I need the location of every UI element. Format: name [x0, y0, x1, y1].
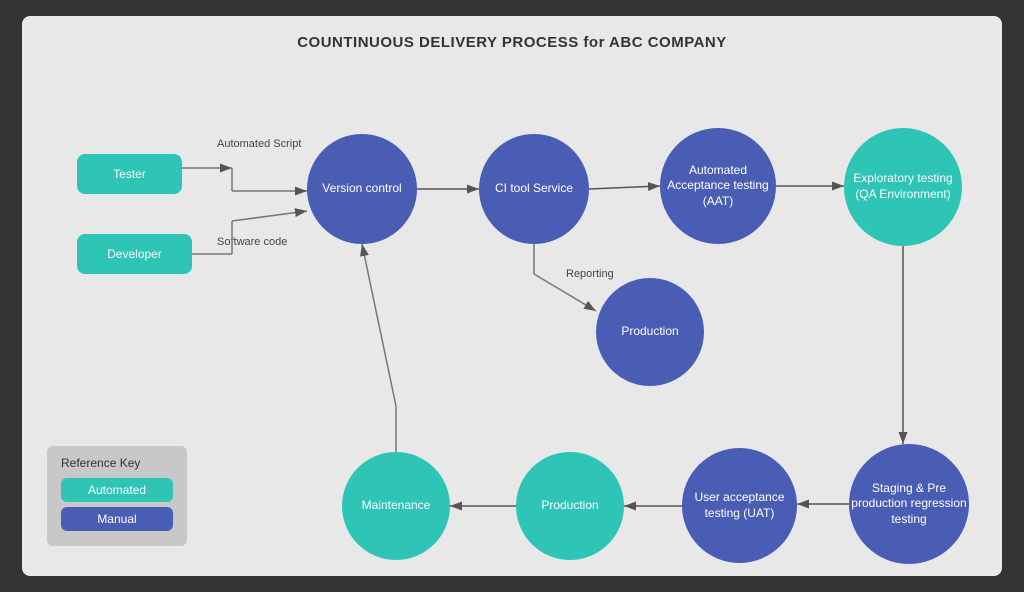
ci-tool-node: CI tool Service [479, 134, 589, 244]
reference-manual: Manual [61, 507, 173, 531]
software-code-label: Software code [217, 236, 287, 248]
version-control-node: Version control [307, 134, 417, 244]
tester-node: Tester [77, 154, 182, 194]
reference-key-title: Reference Key [61, 456, 173, 470]
page-title: COUNTINUOUS DELIVERY PROCESS for ABC COM… [22, 16, 1002, 51]
reference-automated: Automated [61, 478, 173, 502]
reference-key: Reference Key Automated Manual [47, 446, 187, 546]
staging-node: Staging & Pre production regression test… [849, 444, 969, 564]
uat-node: User acceptance testing (UAT) [682, 448, 797, 563]
aat-node: Automated Acceptance testing (AAT) [660, 128, 776, 244]
developer-node: Developer [77, 234, 192, 274]
production-mid-node: Production [596, 278, 704, 386]
exploratory-node: Exploratory testing (QA Environment) [844, 128, 962, 246]
diagram-container: COUNTINUOUS DELIVERY PROCESS for ABC COM… [22, 16, 1002, 576]
maintenance-node: Maintenance [342, 452, 450, 560]
production-bot-node: Production [516, 452, 624, 560]
reporting-label: Reporting [566, 268, 614, 280]
automated-script-label: Automated Script [217, 138, 301, 150]
